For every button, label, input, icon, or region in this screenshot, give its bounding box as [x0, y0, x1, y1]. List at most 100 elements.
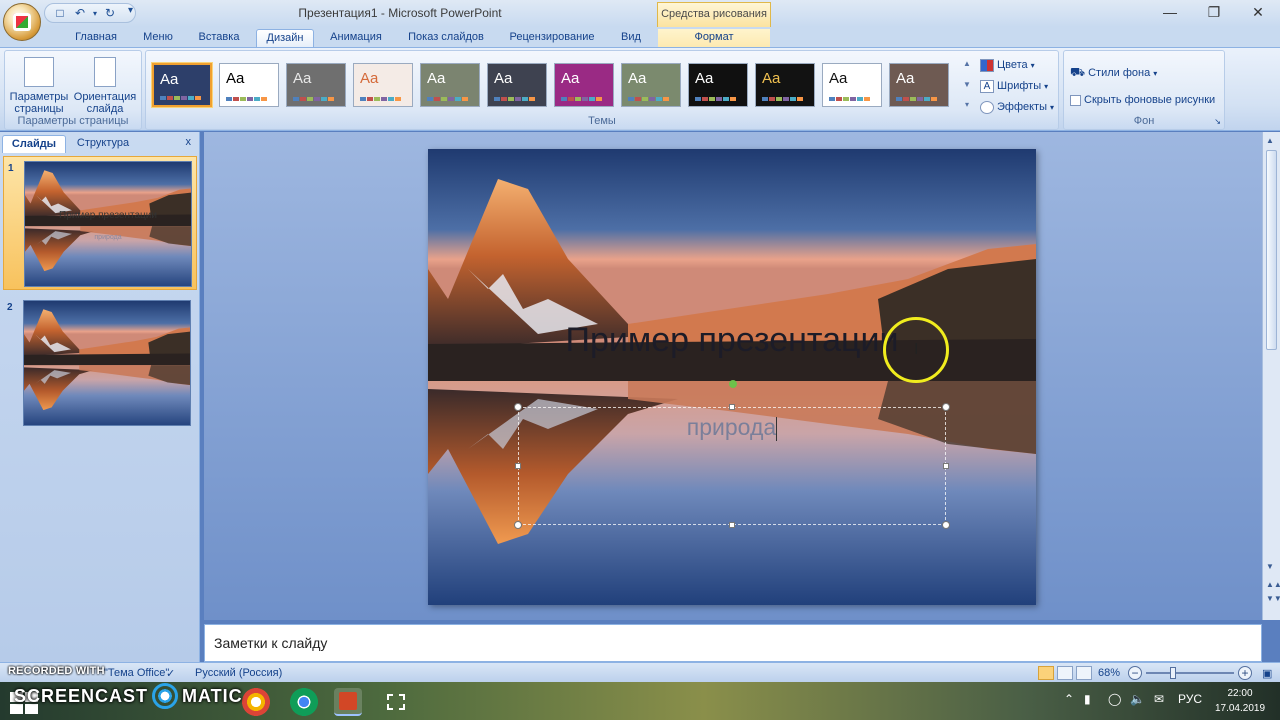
close-button[interactable]: ✕: [1240, 3, 1276, 21]
theme-color-bars: [695, 97, 736, 101]
scrollbar-thumb[interactable]: [1266, 150, 1277, 350]
thumb-subtitle: природа: [94, 234, 122, 241]
slide-editing-area[interactable]: Пример презентации природа I: [204, 132, 1262, 620]
minimize-button[interactable]: —: [1152, 3, 1188, 21]
office-button[interactable]: [3, 3, 41, 41]
powerpoint-taskbar-icon[interactable]: [334, 688, 362, 716]
zoom-slider-knob[interactable]: [1170, 667, 1176, 679]
theme-color-bars: [561, 97, 602, 101]
theme-thumbnail-11[interactable]: Aa: [822, 63, 882, 107]
rotate-handle[interactable]: [729, 380, 737, 388]
current-slide[interactable]: Пример презентации природа I: [428, 149, 1036, 605]
fit-to-window-icon[interactable]: ▣: [1262, 667, 1272, 680]
resize-handle-bl[interactable]: [514, 521, 522, 529]
resize-handle-tl[interactable]: [514, 403, 522, 411]
scroll-down-icon[interactable]: ▼: [961, 80, 973, 89]
theme-thumbnail-8[interactable]: Aa: [621, 63, 681, 107]
theme-thumbnail-1[interactable]: Aa: [152, 63, 212, 107]
keyboard-language[interactable]: РУС: [1178, 692, 1202, 706]
theme-sample-text: Aa: [293, 70, 312, 87]
resize-handle-tr[interactable]: [942, 403, 950, 411]
network-icon[interactable]: ▮: [1084, 692, 1091, 706]
themes-scroll[interactable]: ▲ ▼ ▾: [961, 59, 973, 109]
colors-button[interactable]: Цвета ▾: [980, 57, 1035, 73]
dialog-launcher-icon[interactable]: ↘: [1214, 117, 1221, 126]
theme-thumbnail-7[interactable]: Aa: [554, 63, 614, 107]
slide-thumbnail-image: Пример презентации природа: [24, 161, 192, 287]
tab-view[interactable]: Вид: [610, 29, 652, 48]
theme-thumbnail-9[interactable]: Aa: [688, 63, 748, 107]
tab-home[interactable]: Главная: [60, 29, 132, 48]
tab-slides[interactable]: Слайды: [2, 135, 66, 153]
tab-slideshow[interactable]: Показ слайдов: [398, 29, 494, 48]
theme-thumbnail-2[interactable]: Aa: [219, 63, 279, 107]
zoom-level[interactable]: 68%: [1098, 667, 1120, 679]
tab-outline[interactable]: Структура: [68, 135, 138, 153]
screencast-text: SCREENCAST: [14, 685, 149, 706]
background-styles-button[interactable]: ⛟ Стили фона ▾: [1070, 65, 1157, 81]
resize-handle-t[interactable]: [729, 404, 735, 410]
wifi-icon[interactable]: ◯: [1108, 692, 1121, 706]
resize-handle-br[interactable]: [942, 521, 950, 529]
theme-sample-text: Aa: [360, 70, 379, 87]
vertical-scrollbar[interactable]: ▲ ▼ ▲▲ ▼▼: [1262, 132, 1280, 620]
browser-icon[interactable]: [242, 688, 270, 716]
tab-review[interactable]: Рецензирование: [500, 29, 604, 48]
theme-thumbnail-4[interactable]: Aa: [353, 63, 413, 107]
fonts-button[interactable]: A Шрифты ▾: [980, 78, 1048, 94]
normal-view-button[interactable]: [1038, 666, 1054, 680]
prev-slide-icon[interactable]: ▲▲: [1266, 580, 1280, 589]
tab-insert[interactable]: Вставка: [188, 29, 250, 48]
theme-thumbnail-3[interactable]: Aa: [286, 63, 346, 107]
more-themes-icon[interactable]: ▾: [961, 100, 973, 109]
volume-icon[interactable]: 🔈: [1130, 692, 1145, 706]
slide-sorter-button[interactable]: [1057, 666, 1073, 680]
tab-design[interactable]: Дизайн: [256, 29, 314, 48]
language-indicator[interactable]: Русский (Россия): [195, 667, 282, 679]
thumb-landscape: [24, 301, 190, 425]
hide-background-graphics-checkbox[interactable]: Скрыть фоновые рисунки: [1070, 92, 1215, 108]
slide-thumbnail-1[interactable]: 1 Пример презентации природа: [3, 156, 197, 290]
scroll-up-icon[interactable]: ▲: [1266, 136, 1274, 145]
slides-pane: Слайды Структура x 1 Пример презентации …: [0, 132, 200, 663]
hide-background-label: Скрыть фоновые рисунки: [1084, 94, 1216, 106]
theme-sample-text: Aa: [561, 70, 580, 87]
spellcheck-icon[interactable]: ✓: [166, 667, 175, 680]
close-pane-icon[interactable]: x: [186, 136, 192, 148]
tray-chevron-icon[interactable]: ⌃: [1064, 692, 1074, 706]
page-setup-button[interactable]: Параметры страницы: [7, 57, 71, 115]
zoom-out-button[interactable]: −: [1128, 666, 1142, 680]
slide-thumbnail-image: [23, 300, 191, 426]
resize-handle-l[interactable]: [515, 463, 521, 469]
next-slide-icon[interactable]: ▼▼: [1266, 594, 1280, 603]
page-setup-group-label: Параметры страницы: [17, 115, 129, 127]
slide-subtitle[interactable]: природа: [519, 414, 945, 441]
theme-thumbnail-10[interactable]: Aa: [755, 63, 815, 107]
ribbon-tabs: Главная Меню Вставка Дизайн Анимация Пок…: [0, 27, 1280, 68]
slide-orientation-button[interactable]: Ориентация слайда: [71, 57, 139, 115]
theme-thumbnail-5[interactable]: Aa: [420, 63, 480, 107]
theme-thumbnail-12[interactable]: Aa: [889, 63, 949, 107]
resize-handle-b[interactable]: [729, 522, 735, 528]
snipping-tool-icon[interactable]: [382, 688, 410, 716]
tab-animation[interactable]: Анимация: [320, 29, 392, 48]
chrome-icon[interactable]: [290, 688, 318, 716]
notification-icon[interactable]: ✉: [1154, 692, 1164, 706]
slide-thumbnail-2[interactable]: 2: [3, 296, 197, 430]
tab-menu[interactable]: Меню: [134, 29, 182, 48]
restore-button[interactable]: ❐: [1196, 3, 1232, 21]
theme-thumbnail-6[interactable]: Aa: [487, 63, 547, 107]
tab-format[interactable]: Формат: [658, 29, 770, 48]
system-clock[interactable]: 22:00 17.04.2019: [1210, 686, 1270, 716]
zoom-slider[interactable]: [1146, 672, 1234, 674]
scroll-up-icon[interactable]: ▲: [961, 59, 973, 68]
themes-group-label: Темы: [588, 115, 616, 127]
scroll-down-icon[interactable]: ▼: [1266, 562, 1274, 571]
text-caret: [776, 416, 778, 441]
effects-button[interactable]: Эффекты ▾: [980, 99, 1054, 115]
subtitle-placeholder[interactable]: природа: [518, 407, 946, 525]
notes-pane[interactable]: Заметки к слайду: [204, 624, 1262, 662]
resize-handle-r[interactable]: [943, 463, 949, 469]
slideshow-view-button[interactable]: [1076, 666, 1092, 680]
zoom-in-button[interactable]: +: [1238, 666, 1252, 680]
